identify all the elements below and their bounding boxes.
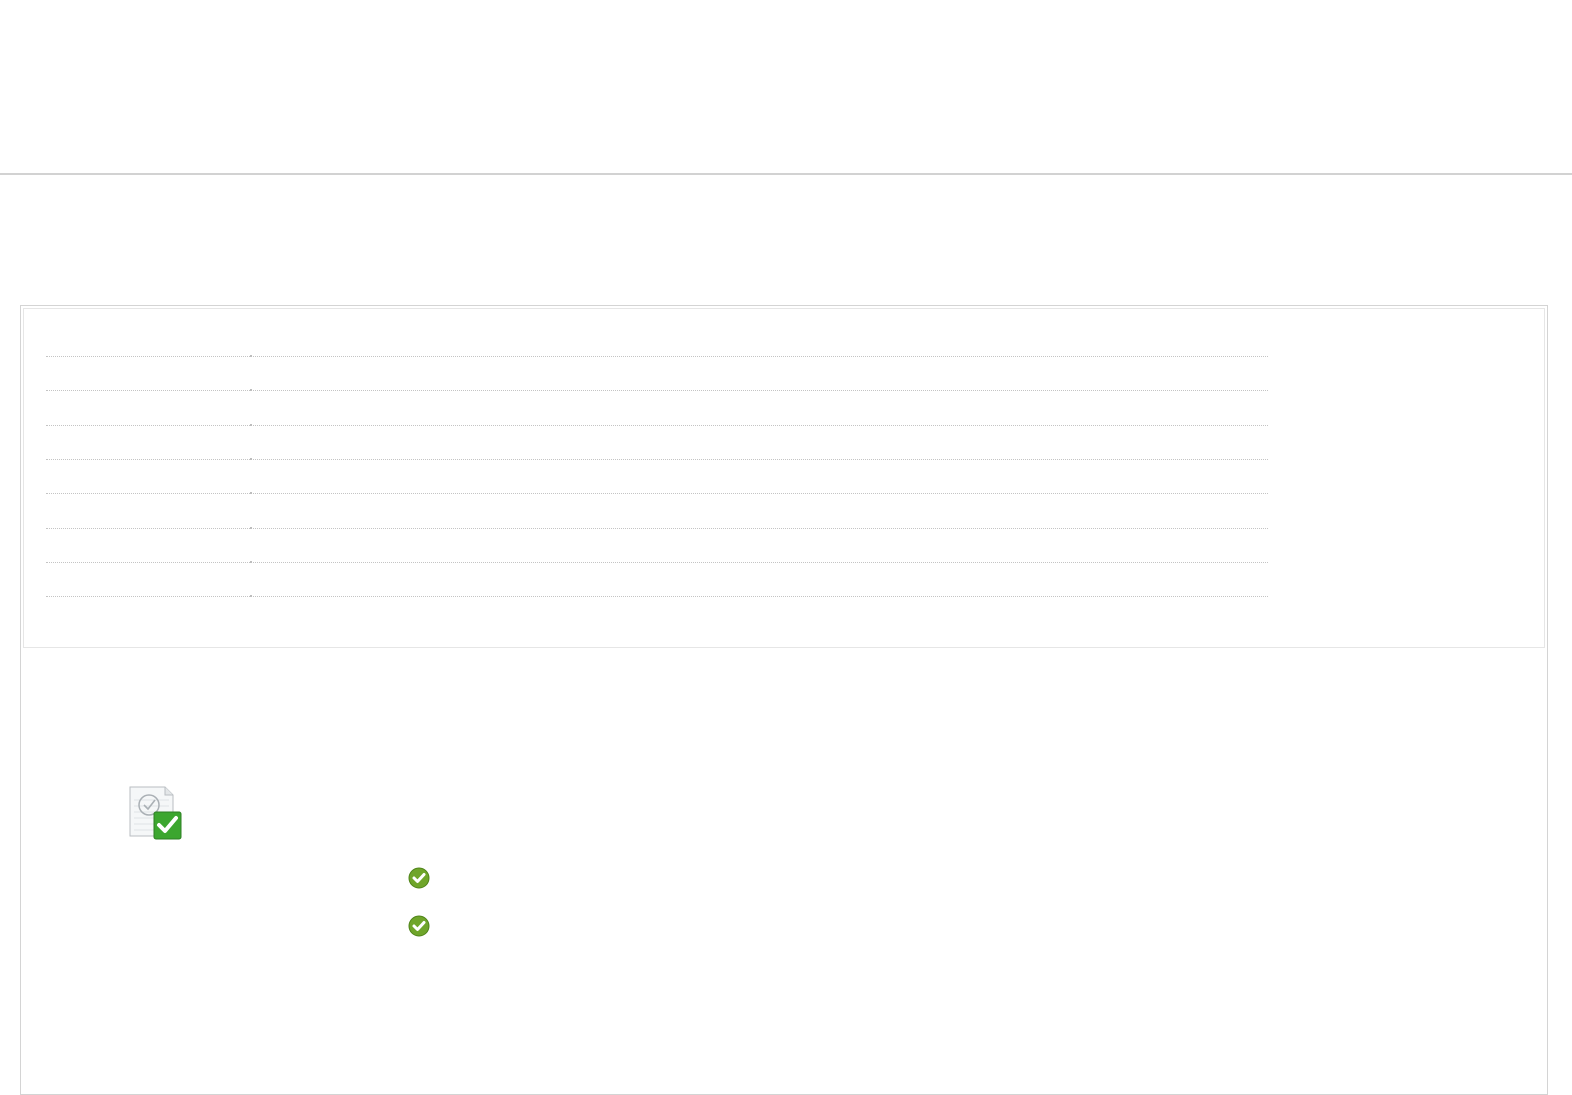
summary-row-divider [46,390,1268,391]
summary-box [23,308,1545,648]
column-separator [250,424,252,426]
document-check-icon [127,786,183,842]
column-separator [250,492,252,494]
summary-row-divider [46,425,1268,426]
header-divider [0,173,1572,175]
column-separator [250,355,252,357]
column-separator [250,595,252,597]
column-separator [250,527,252,529]
column-separator [250,561,252,563]
summary-row-divider [46,596,1268,597]
summary-row-divider [46,562,1268,563]
green-check-icon [408,867,430,893]
summary-row-divider [46,356,1268,357]
summary-row-divider [46,459,1268,460]
summary-row-divider [46,528,1268,529]
summary-row-divider [46,493,1268,494]
check-list-item [408,915,430,937]
check-list-item [408,867,430,889]
page-header [0,0,1572,173]
column-separator [250,458,252,460]
main-panel [20,305,1548,1095]
green-check-icon [408,915,430,941]
column-separator [250,389,252,391]
